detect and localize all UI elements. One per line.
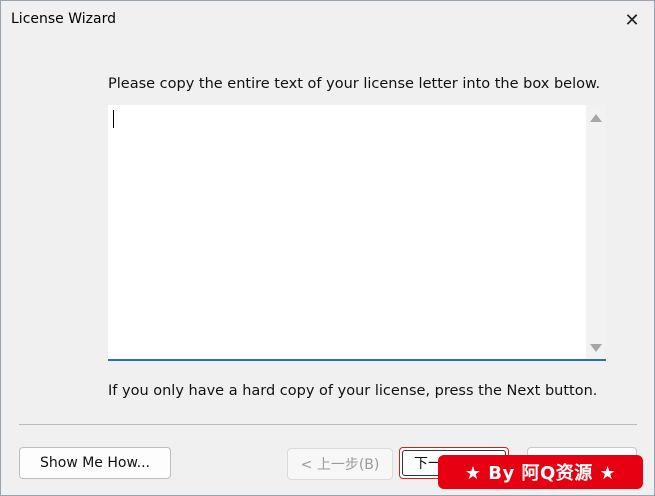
show-me-how-button[interactable]: Show Me How... (19, 447, 171, 479)
scroll-up-arrow-icon[interactable] (590, 114, 602, 122)
text-caret (113, 110, 114, 128)
scroll-down-arrow-icon[interactable] (590, 344, 602, 352)
license-text-area[interactable] (108, 105, 606, 361)
instruction-text: Please copy the entire text of your lice… (108, 76, 601, 92)
back-button[interactable]: < 上一步(B) (287, 448, 393, 480)
close-icon: ✕ (624, 9, 640, 31)
watermark-badge: ★ By 阿Q资源 ★ (438, 455, 643, 489)
license-wizard-window: License Wizard ✕ Please copy the entire … (0, 0, 655, 496)
close-button[interactable]: ✕ (620, 8, 644, 32)
window-title: License Wizard (11, 11, 116, 27)
footer-divider (19, 424, 637, 425)
hard-copy-hint: If you only have a hard copy of your lic… (108, 383, 598, 399)
vertical-scrollbar[interactable] (586, 105, 606, 359)
titlebar: License Wizard ✕ (1, 1, 654, 39)
